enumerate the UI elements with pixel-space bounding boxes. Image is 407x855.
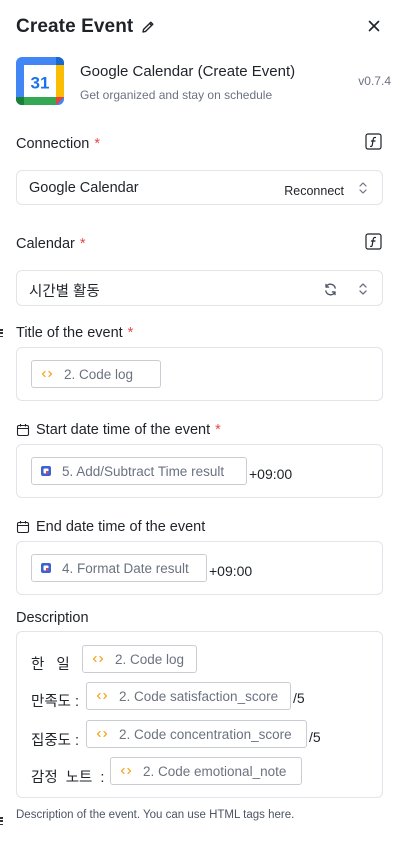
- connection-select[interactable]: Google Calendar Reconnect: [16, 170, 383, 205]
- close-icon[interactable]: [365, 17, 383, 35]
- chevron-updown-icon[interactable]: [358, 181, 368, 195]
- start-label: Start date time of the event *: [16, 422, 221, 438]
- description-label-text: Description: [16, 610, 89, 626]
- start-label-text: Start date time of the event: [36, 422, 211, 438]
- app-name: Google Calendar (Create Event): [80, 63, 296, 80]
- description-label: Description: [16, 610, 89, 626]
- required-mark: *: [127, 325, 134, 341]
- drag-handle[interactable]: [0, 329, 4, 337]
- app-description: Get organized and stay on schedule: [80, 88, 273, 102]
- drag-handle[interactable]: [0, 817, 4, 825]
- end-input[interactable]: 4. Format Date result +09:00: [16, 541, 383, 595]
- connection-label-text: Connection: [16, 136, 90, 152]
- code-icon: [41, 370, 53, 378]
- description-input[interactable]: 한 일 : 2. Code log 만족도 : 2. Code satisfac…: [16, 631, 383, 798]
- required-mark: *: [79, 236, 86, 252]
- variable-pill-text: 2. Code concentration_score: [119, 726, 292, 742]
- reconnect-button[interactable]: Reconnect: [284, 184, 344, 198]
- app-version: v0.7.4: [358, 74, 391, 88]
- variable-pill-text: 5. Add/Subtract Time result: [62, 463, 225, 479]
- variable-pill[interactable]: 2. Code log: [31, 360, 161, 388]
- description-row-prefix: 한 일 :: [31, 657, 86, 673]
- variable-pill[interactable]: 2. Code emotional_note: [110, 757, 302, 785]
- required-mark: *: [215, 422, 221, 438]
- description-row-prefix: 만족도 :: [31, 694, 80, 710]
- score-suffix: /5: [293, 690, 305, 706]
- title-label: Title of the event *: [16, 325, 133, 341]
- description-help-text: Description of the event. You can use HT…: [16, 809, 295, 821]
- variable-pill[interactable]: 4. Format Date result: [31, 554, 207, 582]
- calendar-label-text: Calendar: [16, 236, 75, 252]
- end-label: End date time of the event: [16, 519, 205, 535]
- refresh-icon[interactable]: [323, 282, 338, 297]
- pencil-icon[interactable]: [140, 19, 156, 35]
- score-suffix: /5: [309, 729, 321, 745]
- calendar-select[interactable]: 시간별 활동: [16, 270, 383, 306]
- calendar-label: Calendar *: [16, 236, 86, 252]
- chevron-updown-icon[interactable]: [358, 282, 368, 296]
- formula-icon[interactable]: [365, 133, 382, 150]
- variable-pill[interactable]: 5. Add/Subtract Time result: [31, 457, 247, 485]
- required-mark: *: [94, 136, 101, 152]
- panel-title: Create Event: [16, 16, 134, 37]
- code-icon: [92, 655, 104, 663]
- calendar-icon: [16, 424, 30, 437]
- formula-icon[interactable]: [365, 233, 382, 250]
- code-icon: [96, 730, 108, 738]
- logo-text: 31: [31, 74, 50, 93]
- module-icon: [41, 466, 51, 476]
- description-row-prefix: 감정 노트 :: [31, 770, 105, 786]
- google-calendar-logo: 31: [16, 57, 64, 105]
- title-input[interactable]: 2. Code log: [16, 347, 383, 401]
- panel-header: Create Event: [16, 14, 391, 40]
- code-icon: [96, 692, 108, 700]
- variable-pill-text: 2. Code satisfaction_score: [119, 688, 279, 704]
- description-row-prefix: 집중도 :: [31, 733, 80, 749]
- variable-pill-text: 2. Code log: [64, 366, 134, 382]
- module-icon: [41, 563, 51, 573]
- variable-pill[interactable]: 2. Code concentration_score: [86, 720, 307, 748]
- app-info: 31 Google Calendar (Create Event) Get or…: [16, 57, 391, 107]
- calendar-value: 시간별 활동: [29, 284, 100, 300]
- variable-pill[interactable]: 2. Code satisfaction_score: [86, 682, 291, 710]
- end-label-text: End date time of the event: [36, 519, 206, 535]
- timezone-suffix: +09:00: [249, 466, 293, 482]
- variable-pill-text: 4. Format Date result: [62, 560, 189, 576]
- calendar-icon: [16, 521, 30, 534]
- code-icon: [120, 767, 132, 775]
- variable-pill[interactable]: 2. Code log: [82, 645, 197, 673]
- timezone-suffix: +09:00: [209, 563, 253, 579]
- variable-pill-text: 2. Code emotional_note: [143, 763, 287, 779]
- start-input[interactable]: 5. Add/Subtract Time result +09:00: [16, 444, 383, 498]
- connection-value: Google Calendar: [29, 180, 139, 196]
- connection-label: Connection *: [16, 136, 100, 152]
- title-label-text: Title of the event: [16, 325, 123, 341]
- variable-pill-text: 2. Code log: [115, 651, 185, 667]
